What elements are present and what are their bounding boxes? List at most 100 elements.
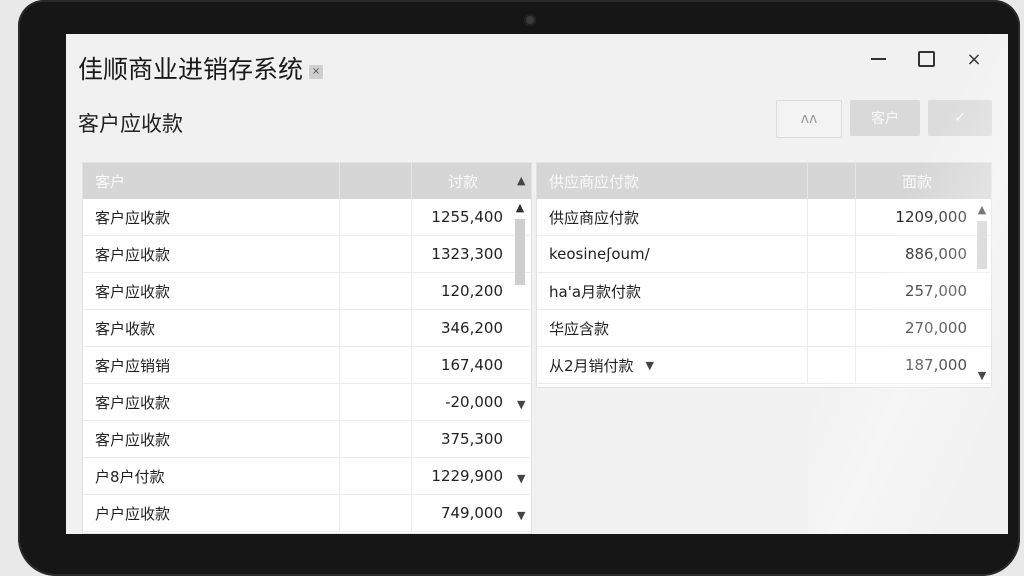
row-amount: 749,000 [440, 504, 503, 522]
toolbar-button-1[interactable]: ʌʌ [776, 100, 842, 138]
table-row[interactable]: 户户应收款 749,000 ▼ [83, 495, 531, 532]
row-name: 从2月销付款 [549, 356, 634, 375]
row-amount: -20,000 [445, 393, 503, 411]
webcam-icon [524, 14, 536, 26]
toolbar-button-customer[interactable]: 客户 [850, 100, 920, 136]
column-divider [411, 310, 412, 346]
column-divider [807, 310, 808, 346]
table-row[interactable]: 客户收款 346,200 [83, 310, 531, 347]
column-divider [411, 236, 412, 272]
table-row[interactable]: 客户应收款 120,200 [83, 273, 531, 310]
row-name: 客户应收款 [95, 393, 171, 412]
row-amount: 1255,400 [431, 208, 503, 226]
column-divider [807, 199, 808, 235]
column-header-supplier[interactable]: 供应商应付款 [537, 171, 639, 192]
column-divider [411, 163, 412, 199]
row-name: 户8户付款 [95, 467, 165, 486]
supplier-payables-table: 供应商应付款 面款 供应商应付款 1209,000 keosineʃoum/886,… [536, 162, 992, 388]
toolbar: ʌʌ 客户 ✓ [776, 100, 992, 138]
row-name: 客户应收款 [95, 208, 171, 227]
row-name: 客户应收款 [95, 282, 171, 301]
table-row[interactable]: keosineʃoum/886,000 [537, 236, 991, 273]
column-divider [411, 347, 412, 383]
row-amount: 1229,900 [431, 467, 503, 485]
minimize-icon [870, 58, 886, 60]
row-amount: 1323,300 [431, 245, 503, 263]
row-name: 华应含款 [549, 319, 610, 338]
app-window: 佳顺商业进销存系统 × × 客户应收款 ʌʌ 客户 ✓ 客户 讨款 ▲ 客户应收… [66, 34, 1008, 534]
column-divider [339, 458, 340, 494]
column-divider [807, 236, 808, 272]
column-divider [411, 384, 412, 420]
column-header-amount[interactable]: 面款 [857, 171, 977, 192]
table-row[interactable]: 从2月销付款 ▼ 187,000 [537, 347, 991, 384]
column-divider [855, 236, 856, 272]
table-row[interactable]: 客户应收款 -20,000 ▼ [83, 384, 531, 421]
row-name: keosineʃoum/ [549, 245, 650, 263]
column-divider [411, 199, 412, 235]
customer-scrollbar[interactable]: ▲ [513, 201, 527, 421]
minimize-button[interactable] [858, 46, 898, 72]
column-divider [411, 458, 412, 494]
maximize-icon [917, 51, 935, 67]
column-divider [807, 163, 808, 199]
row-amount: 187,000 [904, 356, 967, 374]
table-header: 客户 讨款 ▲ [83, 163, 531, 199]
maximize-button[interactable] [906, 46, 946, 72]
customer-rows: 客户应收款 1255,400 客户应收款 1323,300 客户应收款 120,200 客户… [83, 199, 531, 532]
column-divider [411, 273, 412, 309]
table-header: 供应商应付款 面款 [537, 163, 991, 199]
row-amount: 257,000 [904, 282, 967, 300]
scroll-up-icon[interactable]: ▲ [975, 203, 989, 216]
column-divider [807, 347, 808, 383]
dropdown-icon[interactable]: ▼ [517, 509, 525, 522]
column-header-customer[interactable]: 客户 [83, 171, 125, 192]
confirm-button[interactable]: ✓ [928, 100, 992, 136]
column-divider [339, 495, 340, 531]
column-divider [339, 421, 340, 457]
column-divider [339, 199, 340, 235]
window-controls: × [858, 46, 994, 72]
monitor-bezel: 佳顺商业进销存系统 × × 客户应收款 ʌʌ 客户 ✓ 客户 讨款 ▲ 客户应收… [18, 0, 1020, 576]
row-amount: 346,200 [440, 319, 503, 337]
table-row[interactable]: 客户应收款 1323,300 [83, 236, 531, 273]
row-amount: 375,300 [440, 430, 503, 448]
close-button[interactable]: × [954, 46, 994, 72]
scroll-up-icon[interactable]: ▲ [513, 201, 527, 214]
column-divider [339, 163, 340, 199]
column-divider [855, 163, 856, 199]
column-divider [855, 347, 856, 383]
row-amount: 1209,000 [895, 208, 967, 226]
app-title-text: 佳顺商业进销存系统 [78, 55, 304, 84]
row-name: 供应商应付款 [549, 208, 640, 227]
column-divider [807, 273, 808, 309]
scrollbar-thumb[interactable] [977, 221, 987, 269]
table-row[interactable]: 客户应收款 1255,400 [83, 199, 531, 236]
column-divider [339, 236, 340, 272]
column-divider [411, 421, 412, 457]
table-row[interactable]: ha'a月款付款 257,000 [537, 273, 991, 310]
table-row[interactable]: 客户应收款 375,300 [83, 421, 531, 458]
table-row[interactable]: 华应含款 270,000 [537, 310, 991, 347]
dropdown-icon[interactable]: ▼ [517, 472, 525, 485]
column-divider [411, 495, 412, 531]
supplier-scrollbar[interactable]: ▲ ▼ [975, 201, 989, 387]
column-divider [339, 310, 340, 346]
sort-up-icon[interactable]: ▲ [517, 174, 525, 187]
row-amount: 120,200 [440, 282, 503, 300]
row-name: 客户应收款 [95, 430, 171, 449]
title-close-icon[interactable]: × [309, 65, 324, 79]
row-name: ha'a月款付款 [549, 282, 642, 301]
app-title: 佳顺商业进销存系统 × [78, 50, 324, 86]
table-row[interactable]: 客户应销销 167,400 [83, 347, 531, 384]
column-divider [855, 199, 856, 235]
table-row[interactable]: 户8户付款 1229,900 ▼ [83, 458, 531, 495]
scrollbar-thumb[interactable] [515, 219, 525, 285]
row-amount: 167,400 [440, 356, 503, 374]
scroll-down-icon[interactable]: ▼ [975, 369, 989, 382]
supplier-rows: 供应商应付款 1209,000 keosineʃoum/886,000 ha'a月款付… [537, 199, 991, 384]
dropdown-icon[interactable]: ▼ [646, 359, 654, 372]
table-row[interactable]: 供应商应付款 1209,000 [537, 199, 991, 236]
column-header-amount[interactable]: 讨款 [413, 171, 513, 192]
column-divider [339, 273, 340, 309]
